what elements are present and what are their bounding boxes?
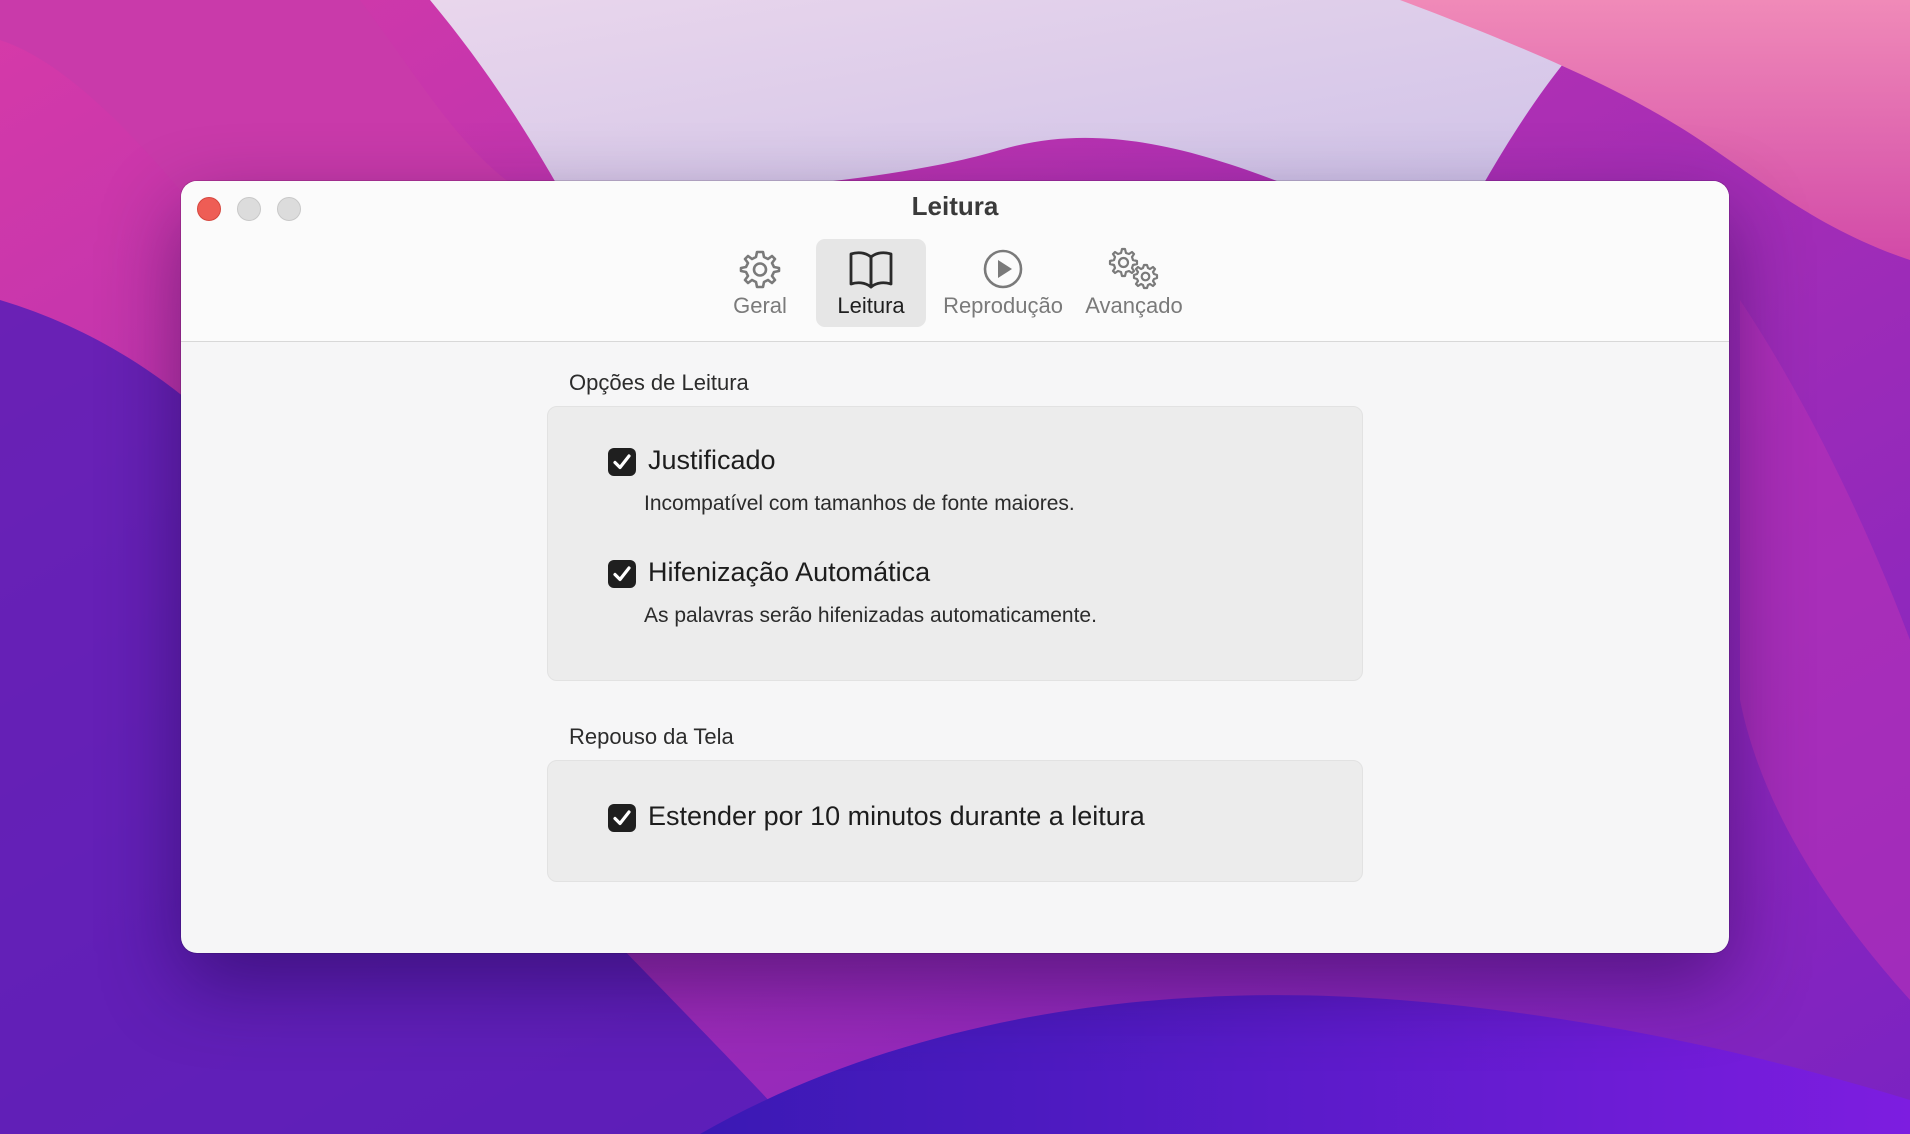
desktop-background: Leitura Geral Leitura Reprodução Avançad… bbox=[0, 0, 1910, 1134]
hifenizacao-description: As palavras serão hifenizadas automatica… bbox=[644, 604, 1097, 627]
hifenizacao-label[interactable]: Hifenização Automática bbox=[648, 557, 930, 588]
checkmark-icon bbox=[613, 810, 631, 826]
tab-label-reproducao: Reprodução bbox=[943, 293, 1063, 318]
checkmark-icon bbox=[613, 566, 631, 582]
hifenizacao-checkbox[interactable] bbox=[608, 560, 636, 588]
gear-icon bbox=[723, 247, 797, 291]
section-title-opcoes-de-leitura: Opções de Leitura bbox=[569, 370, 749, 395]
preferences-content: Opções de Leitura Justificado Incompatív… bbox=[181, 342, 1729, 953]
preferences-toolbar: Geral Leitura Reprodução Avançado bbox=[181, 239, 1729, 331]
group-opcoes-de-leitura: Justificado Incompatível com tamanhos de… bbox=[547, 406, 1363, 681]
tab-reproducao[interactable]: Reprodução bbox=[938, 239, 1068, 327]
tab-geral[interactable]: Geral bbox=[723, 239, 797, 327]
justificado-description: Incompatível com tamanhos de fonte maior… bbox=[644, 492, 1075, 515]
tab-leitura[interactable]: Leitura bbox=[816, 239, 926, 327]
tab-label-geral: Geral bbox=[733, 293, 787, 318]
estender-checkbox[interactable] bbox=[608, 804, 636, 832]
play-circle-icon bbox=[938, 247, 1068, 291]
tab-label-avancado: Avançado bbox=[1085, 293, 1183, 318]
justificado-label[interactable]: Justificado bbox=[648, 445, 776, 476]
tab-label-leitura: Leitura bbox=[837, 293, 905, 318]
preferences-window: Leitura Geral Leitura Reprodução Avançad… bbox=[181, 181, 1729, 953]
book-icon bbox=[816, 247, 926, 291]
checkmark-icon bbox=[613, 454, 631, 470]
titlebar: Leitura Geral Leitura Reprodução Avançad… bbox=[181, 181, 1729, 342]
section-title-repouso-da-tela: Repouso da Tela bbox=[569, 724, 734, 749]
window-title: Leitura bbox=[911, 191, 999, 221]
tab-avancado[interactable]: Avançado bbox=[1078, 239, 1190, 327]
gears-icon bbox=[1078, 247, 1190, 291]
estender-label[interactable]: Estender por 10 minutos durante a leitur… bbox=[648, 801, 1145, 832]
group-repouso-da-tela: Estender por 10 minutos durante a leitur… bbox=[547, 760, 1363, 882]
justificado-checkbox[interactable] bbox=[608, 448, 636, 476]
